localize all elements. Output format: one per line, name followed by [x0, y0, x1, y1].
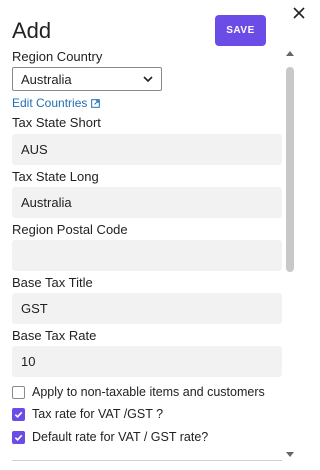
scroll-up-arrow-icon[interactable]	[286, 50, 294, 58]
chevron-down-icon	[143, 76, 153, 83]
region-country-value: Australia	[21, 71, 72, 87]
save-button[interactable]: SAVE	[215, 15, 266, 46]
tax-state-short-label: Tax State Short	[12, 115, 101, 130]
vat-gst-rate-checkbox[interactable]	[12, 407, 25, 421]
form-panel: Region Country Australia Edit Countries …	[0, 46, 283, 464]
page-title: Add	[12, 18, 52, 43]
default-rate-checkbox-row[interactable]: Default rate for VAT / GST rate?	[12, 430, 208, 444]
tax-state-long-input[interactable]: Australia	[12, 187, 282, 218]
tax-state-short-input[interactable]: AUS	[12, 134, 282, 165]
edit-countries-label: Edit Countries	[12, 96, 88, 110]
scroll-down-arrow-icon[interactable]	[286, 450, 294, 458]
default-rate-checkbox[interactable]	[12, 430, 25, 444]
vat-gst-rate-checkbox-row[interactable]: Tax rate for VAT /GST ?	[12, 407, 163, 421]
scrollbar-thumb[interactable]	[286, 67, 294, 272]
close-button[interactable]	[290, 4, 308, 22]
tax-state-long-label: Tax State Long	[12, 169, 99, 184]
default-rate-checkbox-label: Default rate for VAT / GST rate?	[32, 430, 209, 444]
vat-gst-rate-checkbox-label: Tax rate for VAT /GST ?	[32, 407, 164, 421]
region-country-label: Region Country	[12, 49, 103, 64]
scrollbar[interactable]	[284, 50, 296, 460]
non-taxable-checkbox-row[interactable]: Apply to non-taxable items and customers	[12, 385, 265, 399]
non-taxable-checkbox[interactable]	[12, 385, 25, 399]
region-country-select[interactable]: Australia	[12, 67, 162, 91]
check-icon	[14, 434, 23, 441]
edit-countries-link[interactable]: Edit Countries	[12, 96, 101, 110]
base-tax-title-label: Base Tax Title	[12, 275, 93, 290]
check-icon	[14, 411, 23, 418]
close-icon	[293, 7, 305, 19]
divider	[12, 460, 282, 461]
base-tax-rate-label: Base Tax Rate	[12, 328, 97, 343]
region-postal-code-input[interactable]	[12, 240, 282, 271]
external-link-icon	[91, 98, 101, 108]
region-postal-code-label: Region Postal Code	[12, 222, 128, 237]
base-tax-title-input[interactable]: GST	[12, 293, 282, 324]
non-taxable-checkbox-label: Apply to non-taxable items and customers	[32, 385, 265, 399]
base-tax-rate-input[interactable]: 10	[12, 346, 282, 377]
